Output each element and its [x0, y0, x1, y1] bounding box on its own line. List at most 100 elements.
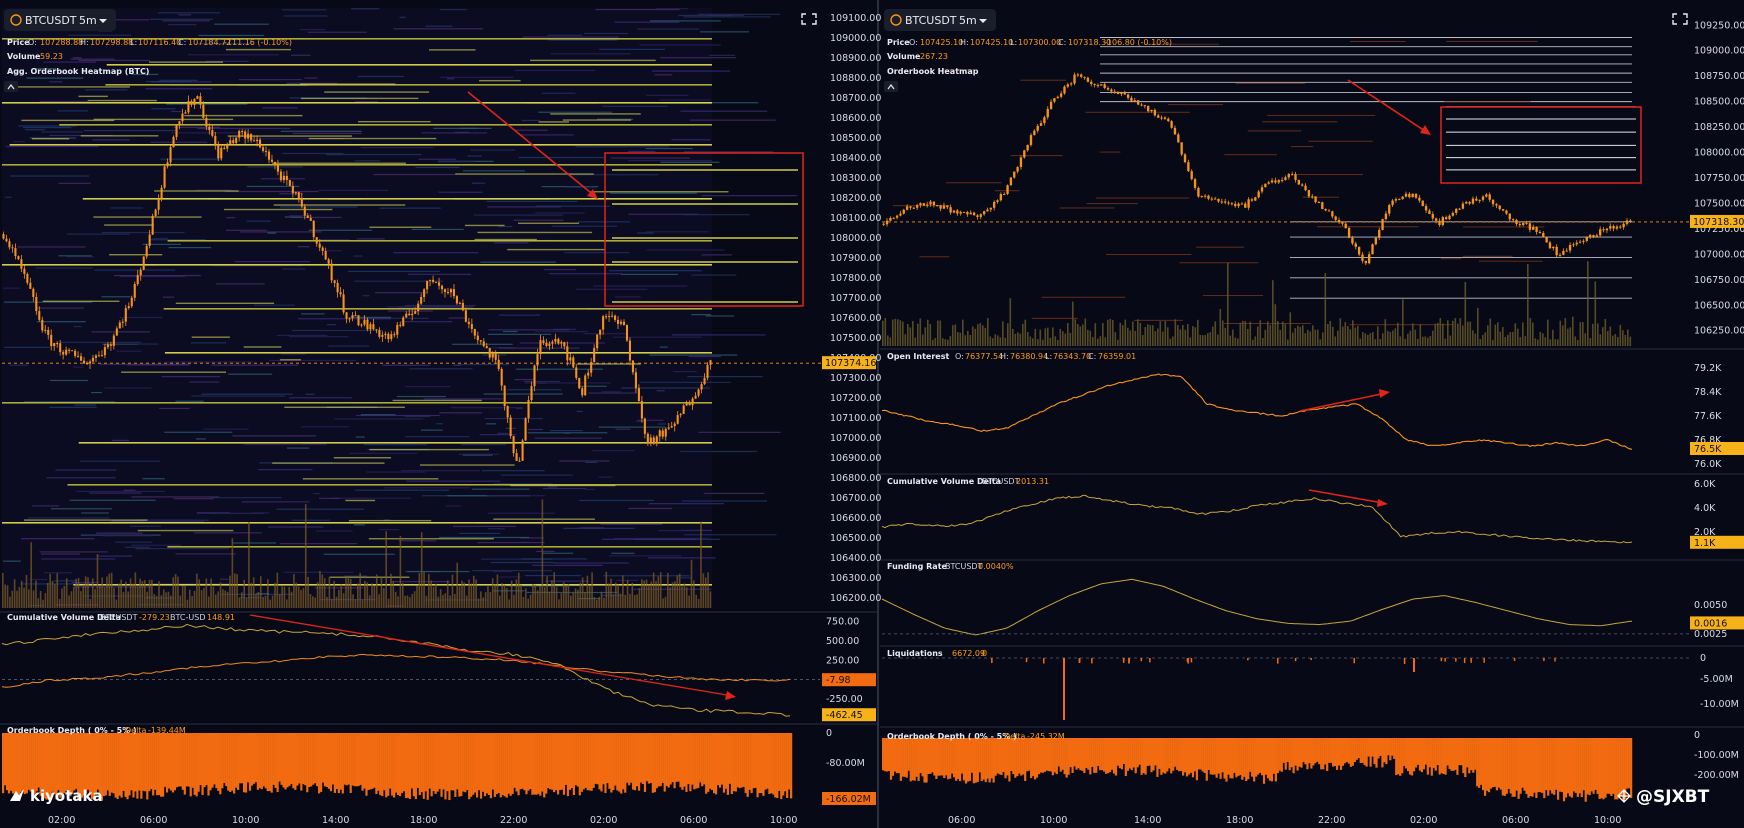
- left-depth-bar: [545, 733, 548, 794]
- collapse-button[interactable]: [4, 81, 18, 92]
- left-price-tick: 108300.00: [830, 173, 881, 184]
- left-price-candle: [250, 133, 253, 141]
- left-price-candle: [318, 243, 321, 248]
- left-volume-bar: [91, 578, 94, 608]
- left-depth-bar: [118, 733, 121, 796]
- right-timeframe[interactable]: 5m: [959, 14, 977, 27]
- right-volume-bar: [1269, 324, 1272, 346]
- right-depth-bar: [1539, 738, 1542, 793]
- right-volume-bar: [1544, 337, 1547, 346]
- right-depth-bar: [925, 738, 928, 783]
- right-volume-bar: [894, 318, 897, 346]
- right-price-candle: [1153, 109, 1157, 116]
- left-depth-bar: [697, 733, 700, 788]
- left-depth-bar: [353, 733, 356, 787]
- right-oi-h-label: H:: [1000, 352, 1009, 361]
- left-volume-bar: [82, 584, 85, 608]
- left-depth-bar: [227, 733, 230, 791]
- left-depth-bar: [568, 733, 572, 790]
- left-price-candle: [160, 187, 163, 199]
- right-price-candle: [952, 210, 956, 213]
- left-volume-bar: [558, 599, 560, 608]
- left-volume-bar: [132, 583, 134, 608]
- right-heatmap-cell: [1020, 79, 1067, 81]
- left-heatmap-level: [308, 137, 437, 140]
- right-price-tick: 108500.00: [1694, 97, 1744, 108]
- left-timeframe[interactable]: 5m: [79, 14, 97, 27]
- right-volume-bar: [1387, 330, 1389, 346]
- right-volume-bar: [942, 338, 944, 346]
- left-depth-bar: [645, 733, 649, 782]
- left-volume-bar: [598, 597, 600, 608]
- left-depth-bar: [643, 733, 647, 792]
- left-depth-bar: [679, 733, 682, 788]
- left-heatmap-level: [224, 208, 333, 211]
- right-depth-bar: [1055, 738, 1058, 775]
- right-volume-bar: [1262, 338, 1264, 346]
- right-price-candle: [1599, 229, 1602, 236]
- left-price-tick: 109100.00: [830, 13, 881, 24]
- right-depth-bar: [1590, 738, 1593, 792]
- right-price-tick: 107000.00: [1694, 249, 1744, 260]
- right-price-candle: [1478, 199, 1481, 201]
- left-price-candle: [229, 140, 232, 144]
- right-depth-bar: [1363, 738, 1366, 766]
- left-depth-bar: [711, 733, 714, 790]
- right-volume-bar: [1014, 333, 1017, 346]
- right-price-candle: [1357, 246, 1361, 255]
- left-depth-bar: [102, 733, 105, 797]
- left-heatmap-cell: [92, 139, 130, 141]
- left-depth-bar: [616, 733, 619, 791]
- left-price-candle: [211, 130, 214, 136]
- left-heatmap-cell: [585, 461, 598, 464]
- right-volume-bar: [902, 321, 904, 346]
- left-volume-bar: [418, 573, 421, 608]
- right-price-candle: [1408, 193, 1411, 198]
- right-heatmap-cell: [1462, 255, 1513, 257]
- right-volume-bar: [1224, 327, 1227, 346]
- left-depth-bar: [63, 733, 66, 794]
- left-heatmap-cell: [646, 94, 689, 96]
- left-depth-bar: [586, 733, 589, 791]
- right-volume-bar: [1232, 329, 1234, 346]
- right-volume-bar: [1149, 325, 1152, 346]
- left-volume-bar: [685, 587, 688, 608]
- left-depth-bar: [152, 733, 155, 796]
- right-price-candle: [1059, 93, 1063, 97]
- left-heatmap-cell: [457, 363, 509, 366]
- right-price-candle: [1173, 127, 1177, 135]
- left-symbol[interactable]: BTCUSDT: [25, 14, 77, 27]
- left-heatmap-level: [272, 162, 406, 164]
- left-depth-bar: [274, 733, 277, 788]
- left-heatmap-level: [2, 402, 712, 404]
- right-depth-bar: [960, 738, 964, 774]
- left-heatmap-level: [87, 99, 157, 102]
- collapse-button[interactable]: [884, 81, 898, 92]
- right-depth-bar: [1391, 738, 1394, 756]
- right-depth-bar: [1049, 738, 1052, 772]
- left-depth-bar: [51, 733, 54, 792]
- right-depth-bar: [1288, 738, 1291, 771]
- left-volume-bar: [46, 583, 49, 608]
- left-price-tick: 108700.00: [830, 93, 881, 104]
- left-price-tick: 108800.00: [830, 73, 881, 84]
- right-volume-bar: [1502, 326, 1504, 346]
- left-heatmap-cell: [598, 476, 613, 478]
- right-symbol[interactable]: BTCUSDT: [905, 14, 957, 27]
- right-depth-bar: [1191, 738, 1195, 778]
- left-volume-bar: [697, 599, 700, 608]
- left-heatmap-cell: [601, 391, 621, 393]
- left-price-candle: [223, 147, 226, 149]
- left-depth-delta-value: -139.44M: [148, 726, 186, 735]
- right-depth-bar: [1596, 738, 1599, 794]
- left-depth-bar: [637, 733, 641, 791]
- left-volume-bar: [461, 580, 463, 608]
- right-volume-bar: [1249, 321, 1252, 346]
- right-time-tick: 14:00: [1134, 815, 1161, 826]
- left-heatmap-cell: [91, 331, 150, 333]
- right-volume-bar: [1347, 325, 1349, 346]
- left-depth-bar: [635, 733, 639, 787]
- right-price-candle: [1247, 199, 1250, 208]
- right-price-candle: [1615, 226, 1619, 229]
- left-heatmap-cell: [387, 306, 458, 308]
